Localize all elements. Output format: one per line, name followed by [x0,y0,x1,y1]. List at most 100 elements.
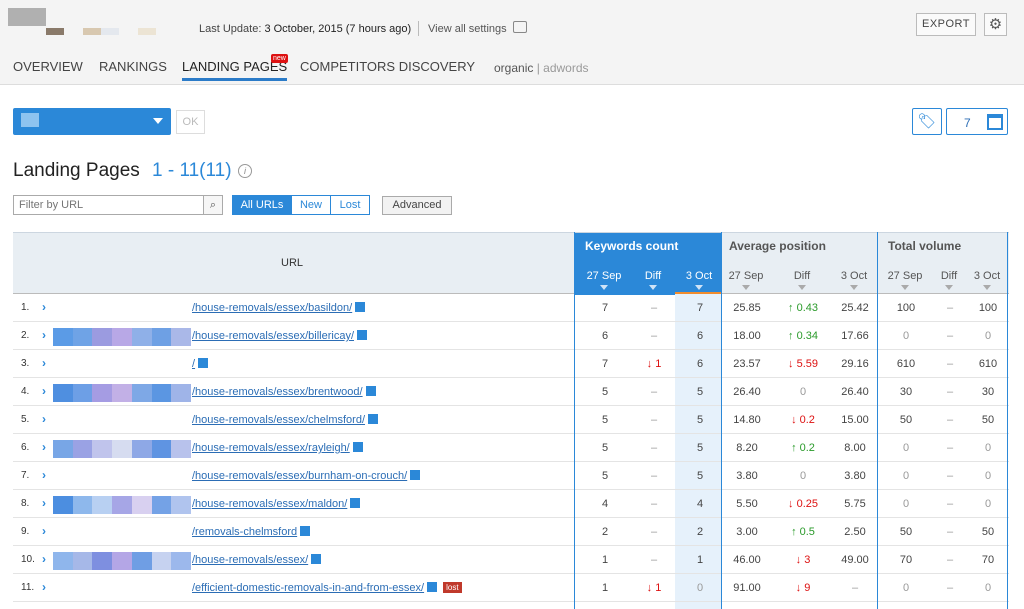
external-link-icon[interactable] [352,442,363,452]
row-number: 6. [21,442,30,453]
cell-ap-0: 25.85 [733,302,761,314]
view-all-settings-link[interactable]: View all settings [428,23,507,35]
url-link[interactable]: /house-removals/essex/maldon/ [192,498,361,510]
tag-icon[interactable]: 🏷 [912,108,942,135]
kc-sort-3oct[interactable]: 3 Oct [677,270,721,290]
url-text[interactable]: /house-removals/essex/rayleigh/ [192,442,350,454]
expand-chevron-icon[interactable]: › [42,300,46,314]
tv-sort-27sep[interactable]: 27 Sep [883,270,927,290]
url-link[interactable]: /house-removals/essex/brentwood/ [192,386,376,398]
table-header: URL Keywords count Average position Tota… [13,232,1009,295]
table-row: 4. › /house-removals/essex/brentwood/5 – 5 26… [13,378,1009,406]
url-text[interactable]: /house-removals/essex/maldon/ [192,498,347,510]
expand-chevron-icon[interactable]: › [42,496,46,510]
cell-kc-0: 2 [601,526,609,538]
url-link[interactable]: /efficient-domestic-removals-in-and-from… [192,582,462,594]
result-range: 1 - 11(11) [152,160,232,181]
external-link-icon[interactable] [300,526,311,536]
expand-chevron-icon[interactable]: › [42,552,46,566]
url-link[interactable]: / [192,358,209,370]
cell-ap-2: 25.42 [841,302,869,314]
table-row: 10. › /house-removals/essex/1 – 1 46.00 ↓ 3 49.… [13,546,1009,574]
cell-ap-2: 2.50 [844,526,866,538]
url-text[interactable]: /house-removals/essex/ [192,554,308,566]
external-link-icon[interactable] [410,470,421,480]
filter-all-urls[interactable]: All URLs [232,195,292,215]
tab-overview[interactable]: OVERVIEW [13,59,83,74]
cell-ap-0: 26.40 [733,386,761,398]
url-link[interactable]: /removals-chelmsford [192,526,311,538]
project-select[interactable] [13,108,171,135]
external-link-icon[interactable] [311,554,322,564]
ap-sort-diff[interactable]: Diff [780,270,824,290]
row-number: 2. [21,330,30,341]
url-text[interactable]: /house-removals/essex/burnham-on-crouch/ [192,470,407,482]
url-link[interactable]: /house-removals/essex/chelmsford/ [192,414,379,426]
source-toggle[interactable]: organic | adwords [494,61,589,75]
comment-icon[interactable] [513,21,527,33]
url-link[interactable]: /house-removals/essex/rayleigh/ [192,442,363,454]
expand-chevron-icon[interactable]: › [42,468,46,482]
external-link-icon[interactable] [355,302,366,312]
export-button[interactable]: EXPORT [916,13,976,36]
tab-competitors-discovery[interactable]: COMPETITORS DISCOVERY [300,59,475,74]
cell-tv-2: 70 [981,554,995,566]
tv-sort-3oct[interactable]: 3 Oct [965,270,1009,290]
expand-chevron-icon[interactable]: › [42,524,46,538]
keywords-count-header: Keywords count [585,239,679,253]
ok-button[interactable]: OK [176,110,205,134]
expand-chevron-icon[interactable]: › [42,580,46,594]
external-link-icon[interactable] [368,414,379,424]
filter-lost[interactable]: Lost [330,195,370,215]
cell-ap-0: 46.00 [733,554,761,566]
ap-sort-27sep[interactable]: 27 Sep [724,270,768,290]
expand-chevron-icon[interactable]: › [42,412,46,426]
url-link[interactable]: /house-removals/essex/billericay/ [192,330,368,342]
external-link-icon[interactable] [350,498,361,508]
advanced-button[interactable]: Advanced [382,196,452,215]
cell-kc-1: – [650,330,658,342]
expand-chevron-icon[interactable]: › [42,384,46,398]
cell-kc-2: 5 [696,442,704,454]
url-text[interactable]: /house-removals/essex/brentwood/ [192,386,363,398]
expand-chevron-icon[interactable]: › [42,440,46,454]
cell-tv-2: 0 [984,470,992,482]
table-row: 11. › /efficient-domestic-removals-in-and-… [13,574,1009,602]
search-icon[interactable]: ⌕ [203,195,223,215]
external-link-icon[interactable] [365,386,376,396]
table-row: 3. ›/7 ↓ 1 6 23.57 ↓ 5.59 29.16 610–610 [13,350,1009,378]
url-filter-input[interactable] [13,195,223,215]
kc-sort-diff[interactable]: Diff [631,270,675,290]
external-link-icon[interactable] [357,330,368,340]
url-text[interactable]: /removals-chelmsford [192,526,297,538]
row-number: 3. [21,358,30,369]
filter-new[interactable]: New [291,195,331,215]
url-text[interactable]: /house-removals/essex/billericay/ [192,330,354,342]
url-text[interactable]: /house-removals/essex/basildon/ [192,302,352,314]
cell-tv-0: 50 [899,526,913,538]
url-link[interactable]: /house-removals/essex/burnham-on-crouch/ [192,470,421,482]
cell-kc-0: 7 [601,358,609,370]
url-text[interactable]: / [192,358,195,370]
url-header[interactable]: URL [281,257,303,269]
url-link[interactable]: /house-removals/essex/ [192,554,322,566]
tab-rankings[interactable]: RANKINGS [99,59,167,74]
cell-ap-0: 14.80 [733,414,761,426]
info-icon[interactable]: i [238,164,252,178]
calendar-button[interactable]: 7 [946,108,1008,135]
top-bar: Last Update: 3 October, 2015 (7 hours ag… [0,0,1024,85]
expand-chevron-icon[interactable]: › [42,328,46,342]
external-link-icon[interactable] [198,358,209,368]
kc-sort-27sep[interactable]: 27 Sep [582,270,626,290]
url-text[interactable]: /house-removals/essex/chelmsford/ [192,414,365,426]
ap-sort-3oct[interactable]: 3 Oct [832,270,876,290]
row-number: 1. [21,302,30,313]
cell-kc-0: 5 [601,386,609,398]
gear-icon[interactable]: ⚙ [984,13,1007,36]
external-link-icon[interactable] [427,582,438,592]
expand-chevron-icon[interactable]: › [42,356,46,370]
cell-kc-0: 1 [601,554,609,566]
url-link[interactable]: /house-removals/essex/basildon/ [192,302,366,314]
url-text[interactable]: /efficient-domestic-removals-in-and-from… [192,582,424,594]
cell-ap-1: ↓ 9 [795,582,811,594]
